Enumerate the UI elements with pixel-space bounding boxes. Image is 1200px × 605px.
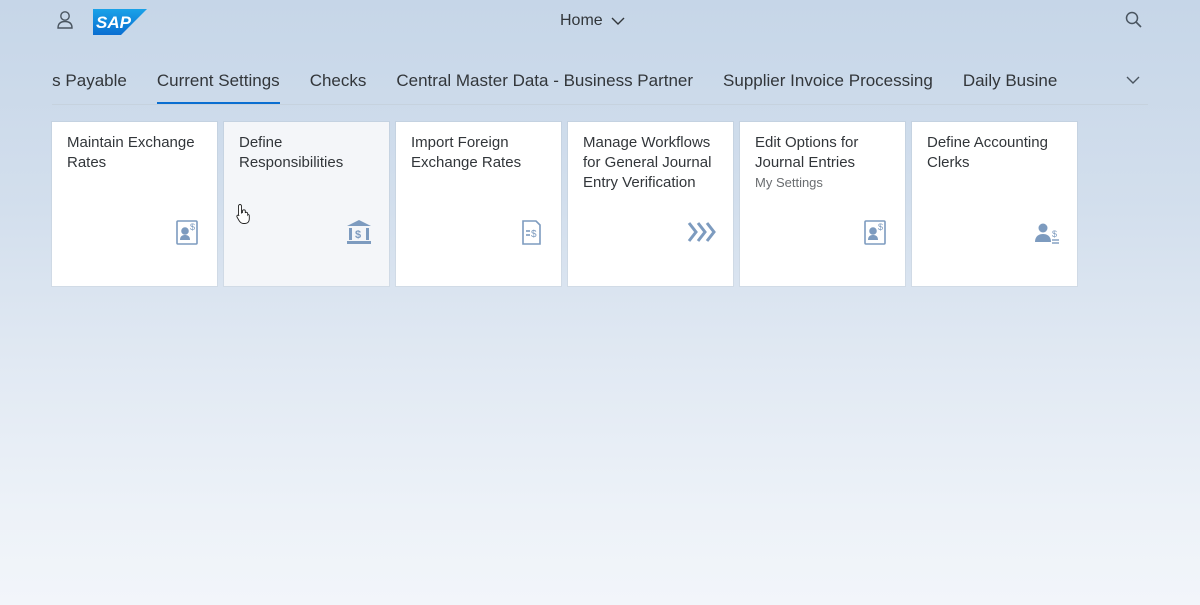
bank-icon: $	[345, 218, 373, 246]
group-tab-bar: nts Payable Current Settings Checks Cent…	[52, 60, 1148, 105]
sap-logo[interactable]: SAP	[93, 9, 147, 35]
mouse-pointer-hand-icon	[236, 203, 250, 225]
tab-label: Checks	[309, 71, 367, 90]
tile-container: Maintain Exchange Rates $ Define Respons…	[52, 122, 1077, 286]
tile-title-line: for General Journal	[583, 154, 712, 171]
tile-title: Edit Options for Journal Entries	[755, 133, 890, 173]
tile-title-line: Rates	[67, 154, 107, 171]
tile-title: Define Responsibilities	[239, 133, 374, 173]
tile-title-line: Manage Workflows	[583, 134, 711, 151]
tab-supplier-invoice-processing[interactable]: Supplier Invoice Processing	[708, 60, 948, 104]
tab-current-settings[interactable]: Current Settings	[142, 60, 295, 104]
tile-title-line: Exchange Rates	[411, 154, 522, 171]
customer-financial-fact-sheet-icon: $	[861, 218, 889, 246]
process-chevrons-icon	[687, 218, 717, 246]
tab-central-master-data[interactable]: Central Master Data - Business Partner	[381, 60, 708, 104]
svg-text:$: $	[531, 229, 537, 240]
tile-title-line: Maintain Exchange	[67, 134, 195, 151]
svg-text:$: $	[190, 222, 195, 232]
tile-maintain-exchange-rates[interactable]: Maintain Exchange Rates $	[52, 122, 217, 286]
user-icon[interactable]	[54, 9, 76, 31]
svg-text:$: $	[355, 229, 361, 241]
tab-label: nts Payable	[52, 71, 127, 90]
svg-text:$: $	[878, 222, 883, 232]
tile-title-line: Define	[239, 134, 283, 151]
tab-accounts-payable[interactable]: nts Payable	[52, 60, 142, 104]
tile-title: Import Foreign Exchange Rates	[411, 133, 546, 173]
tab-overflow-chevron-down-icon[interactable]	[1124, 70, 1142, 90]
tile-title-line: Clerks	[927, 154, 970, 171]
tabs-viewport: nts Payable Current Settings Checks Cent…	[52, 60, 1058, 104]
tile-title-line: Import Foreign	[411, 134, 509, 151]
tab-label: Current Settings	[156, 71, 280, 90]
tile-title-line: Responsibilities	[239, 154, 344, 171]
tabs: nts Payable Current Settings Checks Cent…	[52, 60, 1058, 104]
chevron-down-icon	[611, 17, 625, 25]
tile-title-line: Edit Options for	[755, 134, 859, 151]
tile-title-line: Define Accounting	[927, 134, 1048, 151]
tile-title: Define Accounting Clerks	[927, 133, 1062, 173]
tile-edit-options-journal-entries[interactable]: Edit Options for Journal Entries My Sett…	[740, 122, 905, 286]
shell-bar: SAP Home	[0, 0, 1200, 44]
tile-define-accounting-clerks[interactable]: Define Accounting Clerks $	[912, 122, 1077, 286]
tab-label: Central Master Data - Business Partner	[396, 71, 694, 90]
tab-daily-business[interactable]: Daily Busine	[948, 60, 1058, 104]
tile-title: Maintain Exchange Rates	[67, 133, 202, 173]
svg-text:$: $	[1052, 229, 1057, 239]
tab-label: Supplier Invoice Processing	[723, 71, 933, 90]
home-title: Home	[560, 12, 603, 29]
tile-import-foreign-exchange-rates[interactable]: Import Foreign Exchange Rates $	[396, 122, 561, 286]
tab-label: Daily Busine	[962, 71, 1058, 90]
home-menu-button[interactable]: Home	[560, 8, 625, 34]
tile-title: Manage Workflows for General Journal Ent…	[583, 133, 718, 193]
search-icon[interactable]	[1124, 10, 1144, 30]
customer-financial-fact-sheet-icon: $	[173, 218, 201, 246]
tile-manage-workflows[interactable]: Manage Workflows for General Journal Ent…	[568, 122, 733, 286]
tile-title-line: Journal Entries	[755, 154, 856, 171]
tile-subtitle: My Settings	[755, 175, 823, 190]
tab-checks[interactable]: Checks	[295, 60, 382, 104]
sap-logo-text: SAP	[96, 13, 132, 32]
tile-title-line: Entry Verification	[583, 174, 696, 191]
accounting-clerk-icon: $	[1033, 218, 1061, 246]
expense-report-icon: $	[517, 218, 545, 246]
